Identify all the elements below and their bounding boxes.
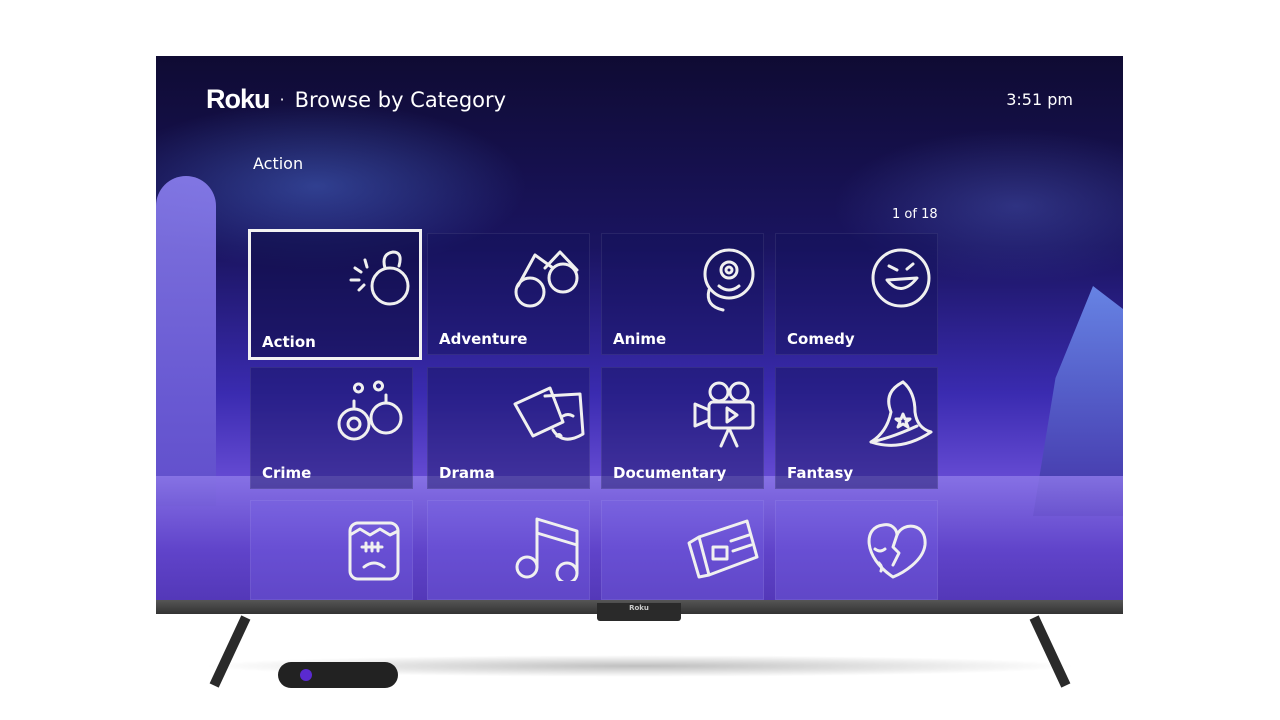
- binoculars-icon: [514, 250, 579, 308]
- laughing-face-icon: [871, 248, 931, 308]
- tv-screen: Roku · Browse by Category 3:51 pm Action…: [156, 56, 1123, 600]
- newspaper-icon: [687, 519, 759, 579]
- category-label: Adventure: [439, 330, 528, 348]
- background-snowy-tree: [156, 176, 216, 506]
- header-separator: ·: [279, 90, 285, 109]
- music-note-icon: [515, 517, 579, 581]
- page-title: Browse by Category: [294, 87, 507, 112]
- wizard-hat-icon: [869, 380, 933, 447]
- category-label: Action: [262, 333, 316, 351]
- header: Roku · Browse by Category: [206, 84, 506, 115]
- category-tile-item-10[interactable]: [427, 500, 590, 600]
- drama-masks-icon: [513, 386, 585, 441]
- category-tile-comedy[interactable]: Comedy: [775, 233, 938, 355]
- anime-creature-icon: [703, 248, 755, 312]
- category-tile-item-12[interactable]: [775, 500, 938, 600]
- handcuffs-icon: [337, 380, 403, 441]
- category-tile-fantasy[interactable]: Fantasy: [775, 367, 938, 489]
- broken-heart-icon: [867, 523, 927, 579]
- category-tile-adventure[interactable]: Adventure: [427, 233, 590, 355]
- category-tile-anime[interactable]: Anime: [601, 233, 764, 355]
- category-tile-action[interactable]: Action: [248, 229, 422, 360]
- clock: 3:51 pm: [1006, 90, 1073, 109]
- category-label: Crime: [262, 464, 312, 482]
- category-label: Fantasy: [787, 464, 854, 482]
- category-tile-drama[interactable]: Drama: [427, 367, 590, 489]
- breadcrumb: Action: [253, 154, 304, 173]
- tv-brand-logo: Roku: [597, 603, 681, 621]
- category-tile-item-9[interactable]: [250, 500, 413, 600]
- remote-dpad: [300, 669, 312, 681]
- category-label: Documentary: [613, 464, 727, 482]
- category-label: Anime: [613, 330, 667, 348]
- category-label: Drama: [439, 464, 495, 482]
- roku-logo: Roku: [206, 84, 270, 114]
- bomb-icon: [349, 250, 410, 306]
- category-tile-item-11[interactable]: [601, 500, 764, 600]
- category-tile-documentary[interactable]: Documentary: [601, 367, 764, 489]
- movie-camera-icon: [693, 381, 755, 448]
- page-counter: 1 of 18: [892, 207, 938, 222]
- category-label: Comedy: [787, 330, 855, 348]
- frankenstein-icon: [348, 521, 400, 581]
- roku-remote: [278, 662, 398, 688]
- category-tile-crime[interactable]: Crime: [250, 367, 413, 489]
